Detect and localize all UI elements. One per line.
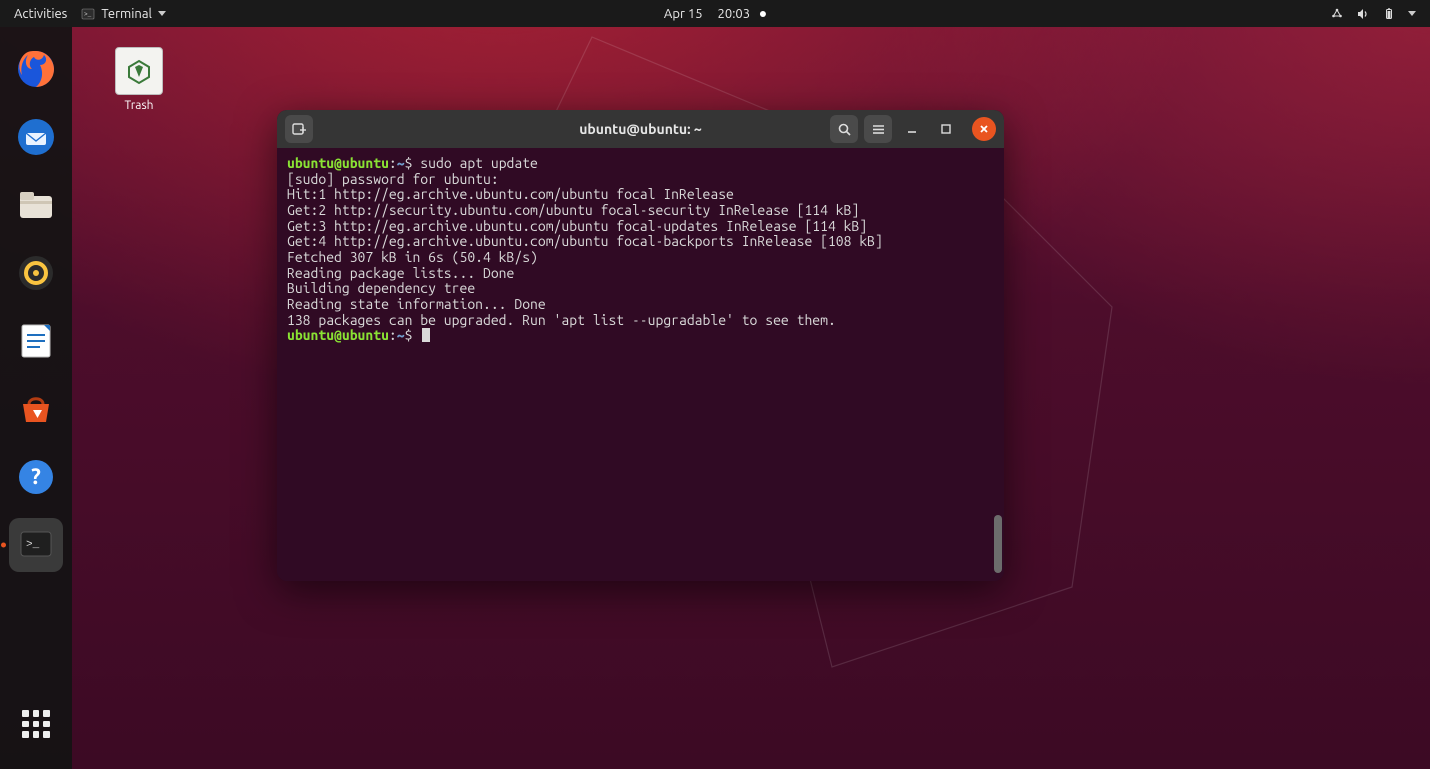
svg-text:?: ? — [31, 464, 41, 489]
clock-menu[interactable]: Apr 15 20:03 — [664, 7, 766, 21]
output-line-6: Reading package lists... Done — [287, 265, 514, 281]
terminal-cursor — [422, 328, 430, 342]
dock-ubuntu-software[interactable] — [9, 382, 63, 436]
system-menu-chevron-icon[interactable] — [1408, 11, 1416, 16]
dock-libreoffice-writer[interactable] — [9, 314, 63, 368]
output-line-4: Get:4 http://eg.archive.ubuntu.com/ubunt… — [287, 233, 883, 249]
activities-button[interactable]: Activities — [14, 7, 67, 21]
output-line-5: Fetched 307 kB in 6s (50.4 kB/s) — [287, 249, 538, 265]
hamburger-icon — [871, 122, 886, 137]
prompt2-sep: : — [389, 327, 397, 343]
prompt-sep: : — [389, 155, 397, 171]
search-button[interactable] — [830, 115, 858, 143]
chevron-down-icon — [158, 11, 166, 16]
output-line-7: Building dependency tree — [287, 280, 475, 296]
output-line-9: 138 packages can be upgraded. Run 'apt l… — [287, 312, 836, 328]
prompt2-path: ~ — [397, 327, 405, 343]
window-titlebar[interactable]: ubuntu@ubuntu: ~ — [277, 110, 1004, 148]
output-line-0: [sudo] password for ubuntu: — [287, 171, 499, 187]
maximize-button[interactable] — [932, 115, 960, 143]
maximize-icon — [939, 122, 953, 136]
app-menu[interactable]: >_ Terminal — [81, 7, 166, 21]
help-icon: ? — [15, 456, 57, 498]
terminal-icon: >_ — [17, 526, 55, 564]
app-menu-label: Terminal — [101, 7, 152, 21]
window-title: ubuntu@ubuntu: ~ — [579, 121, 702, 137]
search-icon — [837, 122, 852, 137]
output-line-2: Get:2 http://security.ubuntu.com/ubuntu … — [287, 202, 859, 218]
apps-grid-icon — [22, 710, 50, 738]
new-tab-icon — [291, 121, 307, 137]
show-applications-button[interactable] — [9, 697, 63, 751]
software-icon — [15, 388, 57, 430]
svg-text:>_: >_ — [84, 11, 92, 18]
output-line-3: Get:3 http://eg.archive.ubuntu.com/ubunt… — [287, 218, 867, 234]
notification-dot-icon — [760, 11, 766, 17]
dock-terminal[interactable]: >_ — [9, 518, 63, 572]
dock-firefox[interactable] — [9, 42, 63, 96]
ubuntu-dock: ? >_ — [0, 27, 72, 769]
close-button[interactable] — [972, 117, 996, 141]
hamburger-menu-button[interactable] — [864, 115, 892, 143]
dock-rhythmbox[interactable] — [9, 246, 63, 300]
firefox-icon — [14, 47, 58, 91]
desktop-trash-label: Trash — [104, 99, 174, 112]
output-line-8: Reading state information... Done — [287, 296, 546, 312]
volume-icon[interactable] — [1356, 7, 1370, 21]
activities-label: Activities — [14, 7, 67, 21]
thunderbird-icon — [14, 115, 58, 159]
files-icon — [15, 184, 57, 226]
terminal-menu-icon: >_ — [81, 7, 95, 21]
desktop-trash[interactable]: Trash — [104, 47, 174, 112]
command-1: sudo apt update — [420, 155, 538, 171]
prompt-symbol: $ — [405, 155, 413, 171]
prompt-user: ubuntu@ubuntu — [287, 155, 389, 171]
svg-text:>_: >_ — [26, 539, 40, 551]
new-tab-button[interactable] — [285, 115, 313, 143]
dock-files[interactable] — [9, 178, 63, 232]
minimize-button[interactable] — [898, 115, 926, 143]
trash-icon — [115, 47, 163, 95]
prompt-path: ~ — [397, 155, 405, 171]
topbar-date: Apr 15 — [664, 7, 703, 21]
dock-help[interactable]: ? — [9, 450, 63, 504]
writer-icon — [16, 321, 56, 361]
network-icon[interactable] — [1330, 7, 1344, 21]
prompt2-symbol: $ — [405, 327, 413, 343]
terminal-scrollbar[interactable] — [994, 515, 1002, 573]
close-icon — [978, 123, 990, 135]
terminal-window[interactable]: ubuntu@ubuntu: ~ ubuntu@ubuntu:~$ sudo a… — [277, 110, 1004, 581]
output-line-1: Hit:1 http://eg.archive.ubuntu.com/ubunt… — [287, 186, 734, 202]
gnome-topbar: Activities >_ Terminal Apr 15 20:03 — [0, 0, 1430, 27]
dock-thunderbird[interactable] — [9, 110, 63, 164]
prompt2-user: ubuntu@ubuntu — [287, 327, 389, 343]
topbar-time: 20:03 — [718, 7, 751, 21]
terminal-body[interactable]: ubuntu@ubuntu:~$ sudo apt update [sudo] … — [277, 148, 1004, 581]
rhythmbox-icon — [15, 252, 57, 294]
battery-icon[interactable] — [1382, 7, 1396, 21]
minimize-icon — [905, 122, 919, 136]
